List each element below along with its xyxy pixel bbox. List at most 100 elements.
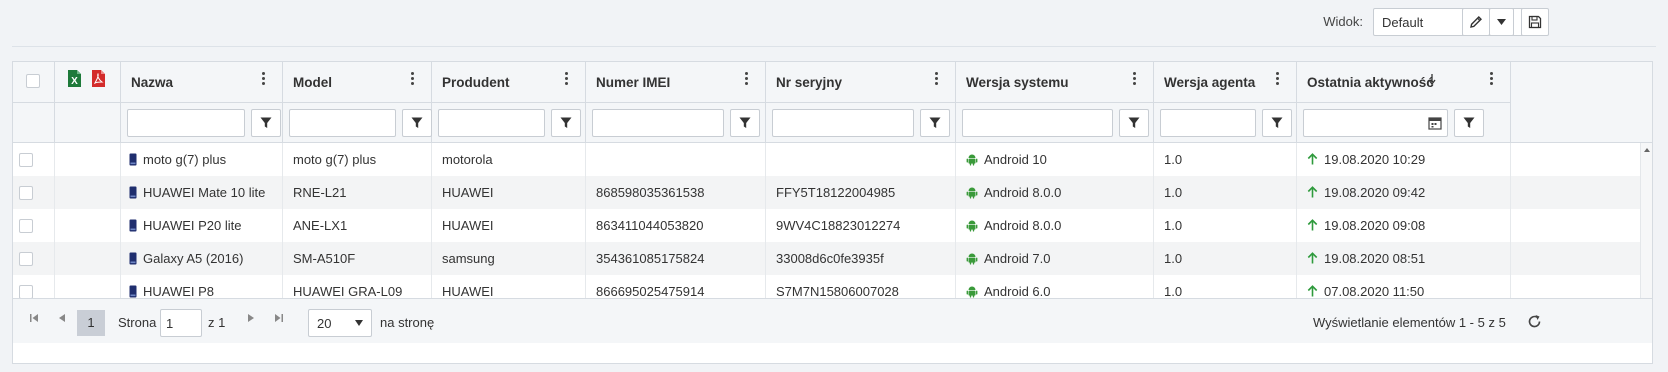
refresh-icon[interactable] [1527, 314, 1542, 329]
table-row[interactable]: HUAWEI Mate 10 lite RNE-L21 HUAWEI 86859803… [13, 176, 1640, 209]
cell-text: 33008d6c0fe3935f [776, 251, 884, 266]
cell-text: 19.08.2020 09:08 [1324, 218, 1426, 233]
view-options-dropdown[interactable] [1489, 8, 1514, 36]
column-title: Produdent [442, 75, 510, 90]
column-header-last-active[interactable]: Ostatnia aktywność [1297, 62, 1511, 143]
column-header-os[interactable]: Wersja systemu [956, 62, 1154, 143]
column-header-agent[interactable]: Wersja agenta [1154, 62, 1297, 143]
select-all-checkbox[interactable] [26, 74, 40, 88]
cell-model: RNE-L21 [283, 176, 432, 209]
table-row[interactable]: moto g(7) plus moto g(7) plus motorola Andr… [13, 143, 1640, 176]
cell-text: 1.0 [1164, 284, 1183, 299]
row-select-cell [13, 176, 55, 209]
floppy-disk-icon [1528, 15, 1542, 29]
cell-model: SM-A510F [283, 242, 432, 275]
column-menu-icon[interactable] [935, 72, 939, 88]
column-header-model[interactable]: Model [283, 62, 432, 143]
filter-input-producer[interactable] [438, 109, 545, 137]
cell-os: Android 8.0.0 [956, 209, 1154, 242]
column-header-name[interactable]: Nazwa [121, 62, 283, 143]
cell-text: HUAWEI GRA-L09 [293, 284, 403, 299]
row-checkbox[interactable] [19, 153, 33, 167]
filter-button-agent[interactable] [1262, 109, 1292, 137]
filter-button-model[interactable] [402, 109, 432, 137]
column-header-producer[interactable]: Produdent [432, 62, 586, 143]
page-number-input[interactable]: 1 [160, 309, 202, 337]
cell-text: 1.0 [1164, 185, 1183, 200]
filter-input-name[interactable] [127, 109, 245, 137]
cell-text: ANE-LX1 [293, 218, 348, 233]
filter-input-last-active[interactable] [1303, 109, 1448, 137]
cell-imei: 868598035361538 [586, 176, 766, 209]
next-page-icon[interactable] [248, 314, 254, 322]
vertical-scrollbar[interactable] [1640, 143, 1652, 320]
cell-last-active: 19.08.2020 08:51 [1297, 242, 1511, 275]
arrow-up-icon [1307, 285, 1318, 297]
filter-button-imei[interactable] [730, 109, 760, 137]
prev-page-icon[interactable] [59, 314, 65, 322]
filter-button-last-active[interactable] [1454, 109, 1484, 137]
page-size-select[interactable]: 20 [308, 309, 372, 337]
cell-model: ANE-LX1 [283, 209, 432, 242]
first-page-icon[interactable] [30, 314, 38, 322]
filter-input-agent[interactable] [1160, 109, 1256, 137]
save-view-button[interactable] [1521, 8, 1549, 36]
excel-icon[interactable]: X [67, 69, 82, 88]
row-checkbox[interactable] [19, 219, 33, 233]
edit-view-button[interactable] [1462, 8, 1490, 36]
cell-text: 1.0 [1164, 218, 1183, 233]
column-menu-icon[interactable] [1133, 72, 1137, 88]
caret-down-icon [1497, 19, 1506, 25]
view-label: Widok: [1323, 14, 1363, 29]
column-menu-icon[interactable] [262, 72, 266, 88]
column-menu-icon[interactable] [745, 72, 749, 88]
current-page-button[interactable]: 1 [77, 310, 105, 336]
last-page-icon[interactable] [275, 314, 283, 322]
filter-input-imei[interactable] [592, 109, 724, 137]
table-row[interactable]: Galaxy A5 (2016) SM-A510F samsung 354361085… [13, 242, 1640, 275]
cell-text: moto g(7) plus [293, 152, 377, 167]
column-header-serial[interactable]: Nr seryjny [766, 62, 956, 143]
cell-text: SM-A510F [293, 251, 356, 266]
column-title: Model [293, 75, 332, 90]
cell-os: Android 7.0 [956, 242, 1154, 275]
smartphone-icon [129, 285, 137, 298]
arrow-up-icon [1307, 153, 1318, 165]
filter-input-serial[interactable] [772, 109, 914, 137]
view-toolbar: Widok: Default [0, 0, 1668, 47]
view-select[interactable]: Default [1373, 8, 1544, 36]
pdf-icon[interactable] [91, 69, 106, 88]
filter-input-os[interactable] [962, 109, 1113, 137]
column-header-imei[interactable]: Numer IMEI [586, 62, 766, 143]
column-menu-icon[interactable] [565, 72, 569, 88]
filter-button-producer[interactable] [551, 109, 581, 137]
table-row[interactable]: HUAWEI P20 lite ANE-LX1 HUAWEI 863411044053… [13, 209, 1640, 242]
cell-text: 1.0 [1164, 152, 1183, 167]
cell-serial [766, 143, 956, 176]
cell-agent: 1.0 [1154, 143, 1297, 176]
sort-descending-icon[interactable] [1428, 74, 1436, 85]
filter-button-os[interactable] [1119, 109, 1149, 137]
filter-input-model[interactable] [289, 109, 396, 137]
filter-icon [1463, 117, 1475, 129]
column-menu-icon[interactable] [1276, 72, 1280, 88]
cell-text: Android 7.0 [984, 251, 1051, 266]
column-menu-icon[interactable] [1490, 72, 1494, 88]
cell-text: HUAWEI P20 lite [143, 218, 242, 233]
cell-producer: motorola [432, 143, 586, 176]
filter-button-name[interactable] [251, 109, 281, 137]
row-checkbox[interactable] [19, 285, 33, 299]
smartphone-icon [129, 219, 137, 232]
cell-text: 19.08.2020 09:42 [1324, 185, 1426, 200]
cell-imei [586, 143, 766, 176]
row-checkbox[interactable] [19, 252, 33, 266]
android-icon [966, 186, 978, 199]
cell-os: Android 8.0.0 [956, 176, 1154, 209]
calendar-icon[interactable] [1428, 116, 1442, 130]
row-checkbox[interactable] [19, 186, 33, 200]
devices-grid: X Nazwa Model Produdent Numer IMEI Nr seryjn… [12, 61, 1653, 364]
column-menu-icon[interactable] [411, 72, 415, 88]
cell-text: 9WV4C18823012274 [776, 218, 901, 233]
filter-button-serial[interactable] [920, 109, 950, 137]
cell-serial: 33008d6c0fe3935f [766, 242, 956, 275]
